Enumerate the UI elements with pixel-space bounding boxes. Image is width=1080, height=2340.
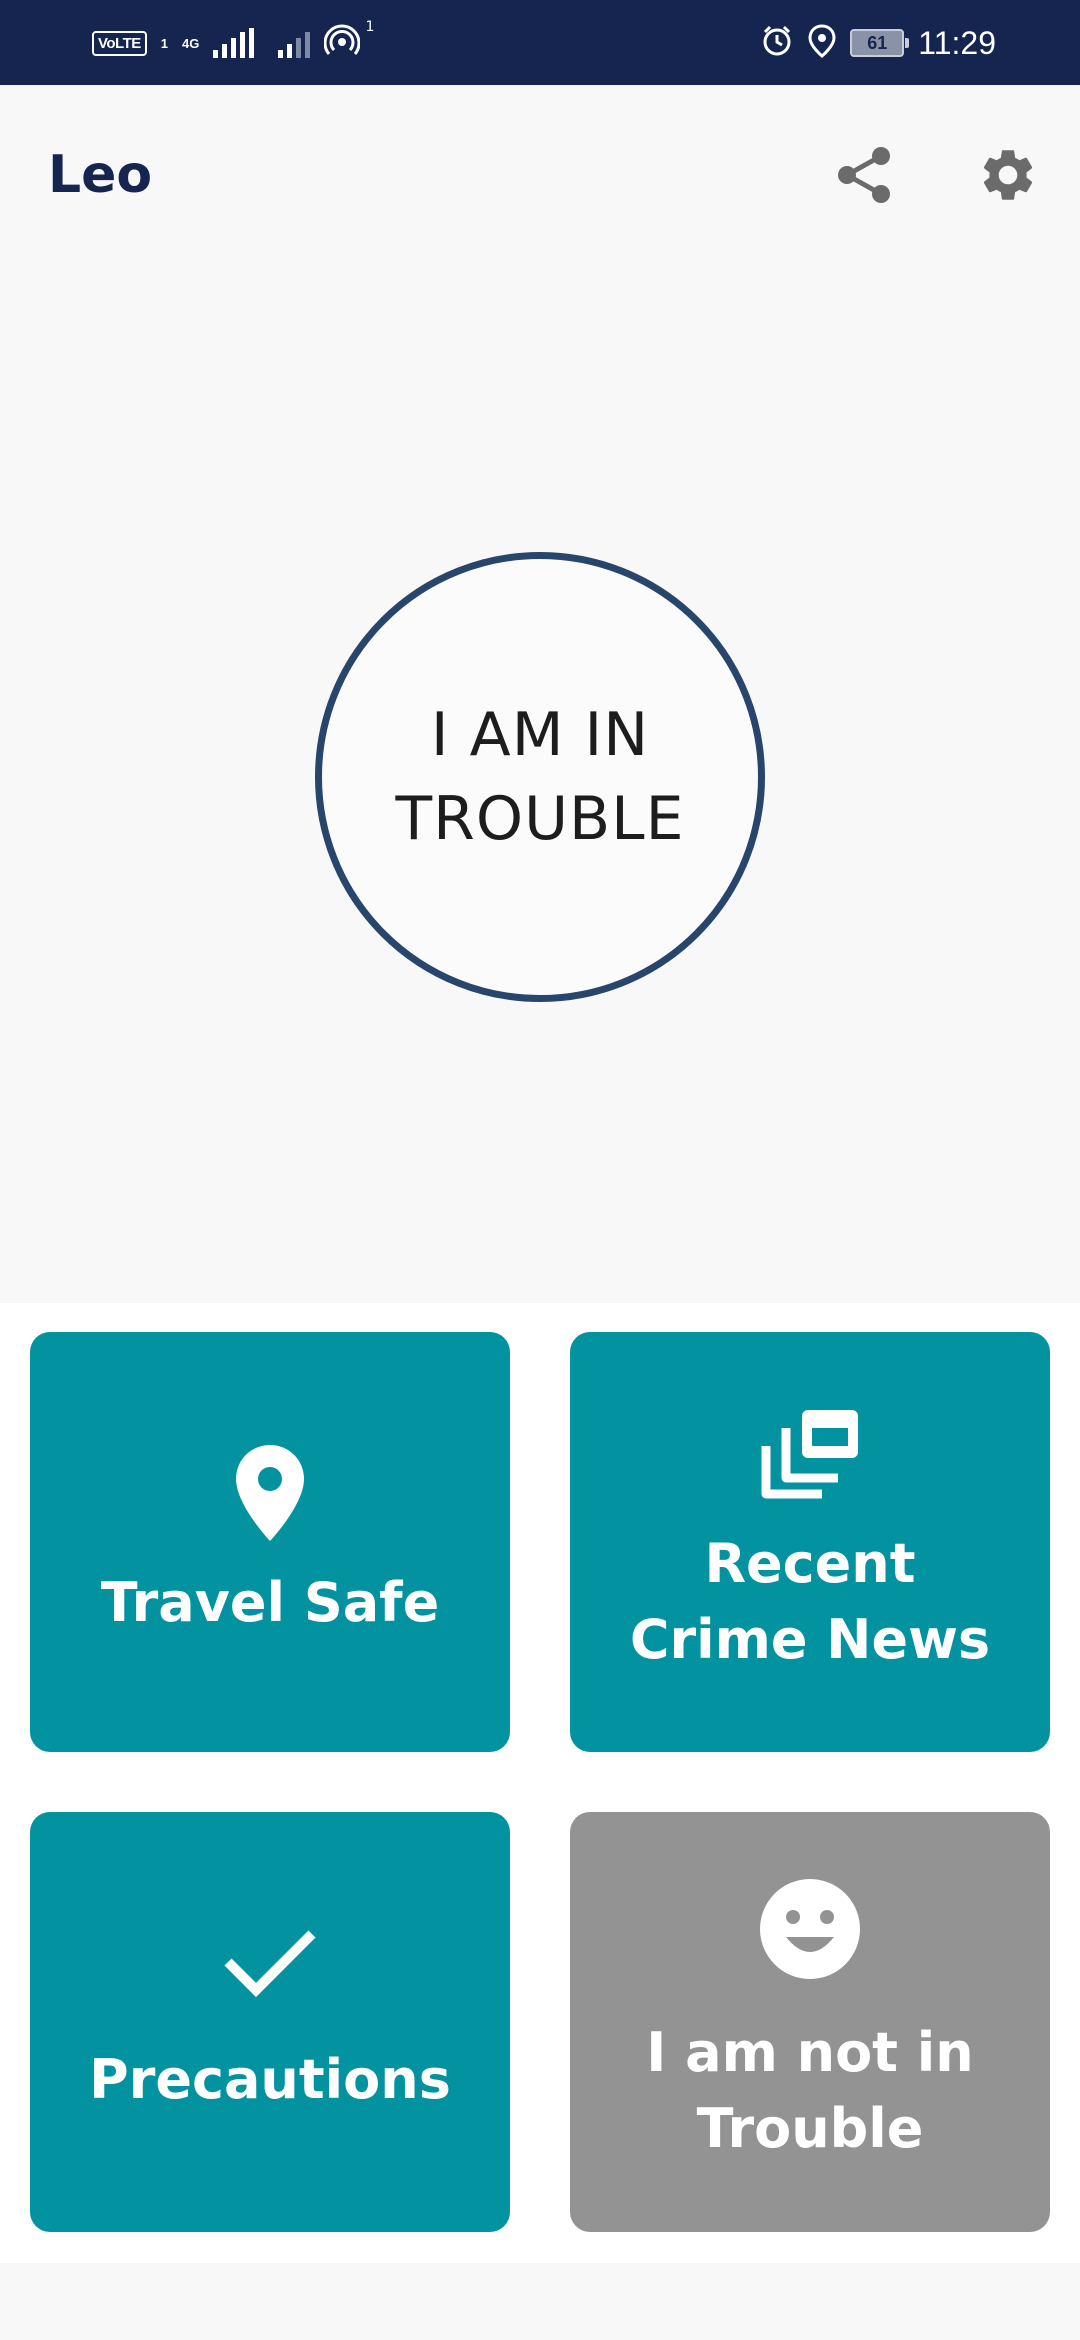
- location-icon: [808, 24, 836, 62]
- signal-strength-2-icon: [278, 28, 311, 58]
- network-type: 4G: [182, 37, 199, 50]
- recent-crime-news-label: Recent Crime News: [629, 1532, 991, 1671]
- smiley-icon: [758, 1877, 862, 1985]
- settings-button[interactable]: [968, 135, 1048, 215]
- precautions-label: Precautions: [89, 2048, 451, 2111]
- share-button[interactable]: [824, 135, 904, 215]
- sim-slot-label: 1: [160, 35, 169, 51]
- status-bar: VoLTE 1 4G 1 61 11:29: [0, 0, 1080, 85]
- network-type-label: 4G: [182, 35, 200, 51]
- volte-badge: VoLTE: [92, 30, 147, 56]
- battery-icon: 61: [850, 29, 910, 57]
- status-left-icons: VoLTE 1 4G 1: [92, 19, 374, 64]
- app-title: Leo: [48, 145, 153, 205]
- travel-safe-tile[interactable]: Travel Safe: [30, 1332, 510, 1752]
- clock: 11:29: [918, 24, 996, 61]
- panic-button-label: I AM IN TROUBLE: [395, 700, 685, 854]
- precautions-tile[interactable]: Precautions: [30, 1812, 510, 2232]
- hotspot-count: 1: [365, 19, 375, 35]
- action-grid: Travel Safe Recent Crime News Precaution…: [0, 1303, 1080, 2263]
- recent-crime-news-tile[interactable]: Recent Crime News: [570, 1332, 1050, 1752]
- hotspot-icon: 1: [323, 19, 374, 64]
- not-in-trouble-label: I am not in Trouble: [646, 2021, 974, 2160]
- app-bar: Leo: [0, 85, 1080, 255]
- location-pin-icon: [234, 1443, 306, 1547]
- checkmark-icon: [222, 1926, 318, 2002]
- battery-level: 61: [867, 33, 888, 53]
- not-in-trouble-tile[interactable]: I am not in Trouble: [570, 1812, 1050, 2232]
- share-icon: [838, 147, 890, 203]
- alarm-icon: [760, 24, 794, 62]
- status-right-icons: 61 11:29: [760, 18, 996, 68]
- gear-icon: [983, 150, 1033, 200]
- signal-strength-icon: [213, 28, 255, 58]
- news-stack-icon: [758, 1406, 862, 1506]
- travel-safe-label: Travel Safe: [100, 1571, 440, 1634]
- panic-button[interactable]: I AM IN TROUBLE: [315, 552, 765, 1002]
